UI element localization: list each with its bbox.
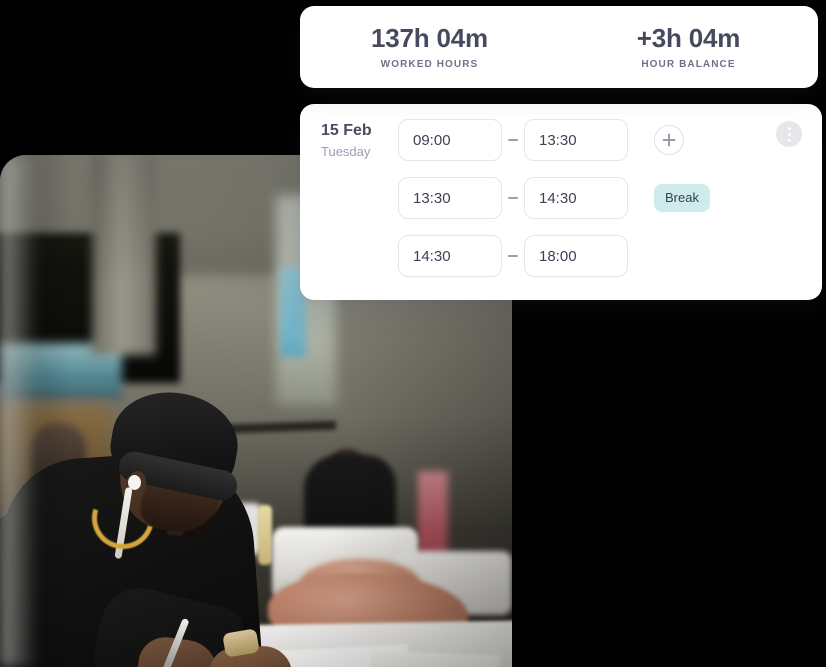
interval-end-input[interactable] [524,119,628,161]
more-vertical-icon[interactable] [776,121,802,147]
add-interval-button[interactable] [654,125,684,155]
worked-hours-stat: 137h 04m WORKED HOURS [300,24,559,71]
time-entries-card: 15 Feb Tuesday Break [300,104,822,300]
interval-separator [502,255,524,257]
time-interval-list: Break [398,119,710,277]
row-extra-slot [654,123,688,157]
interval-end-input[interactable] [524,235,628,277]
interval-end-input[interactable] [524,177,628,219]
hour-balance-label: HOUR BALANCE [641,59,736,71]
worked-hours-label: WORKED HOURS [380,59,479,71]
time-interval-row [398,119,710,161]
time-interval-row: Break [398,177,710,219]
entry-date-day-month: 15 Feb [321,122,372,139]
interval-start-input[interactable] [398,235,502,277]
entry-date-weekday: Tuesday [321,144,371,160]
interval-separator [502,197,524,199]
hour-balance-stat: +3h 04m HOUR BALANCE [559,24,818,71]
interval-separator [502,139,524,141]
row-extra-slot: Break [654,181,710,215]
interval-start-input[interactable] [398,177,502,219]
interval-start-input[interactable] [398,119,502,161]
worked-hours-value: 137h 04m [371,22,488,53]
entry-date: 15 Feb Tuesday [321,121,395,159]
hour-balance-value: +3h 04m [636,22,741,53]
summary-card: 137h 04m WORKED HOURS +3h 04m HOUR BALAN… [300,6,818,88]
time-interval-row [398,235,710,277]
break-badge: Break [654,183,710,213]
photo-left-haze [0,155,38,667]
row-extra-slot [654,239,688,273]
